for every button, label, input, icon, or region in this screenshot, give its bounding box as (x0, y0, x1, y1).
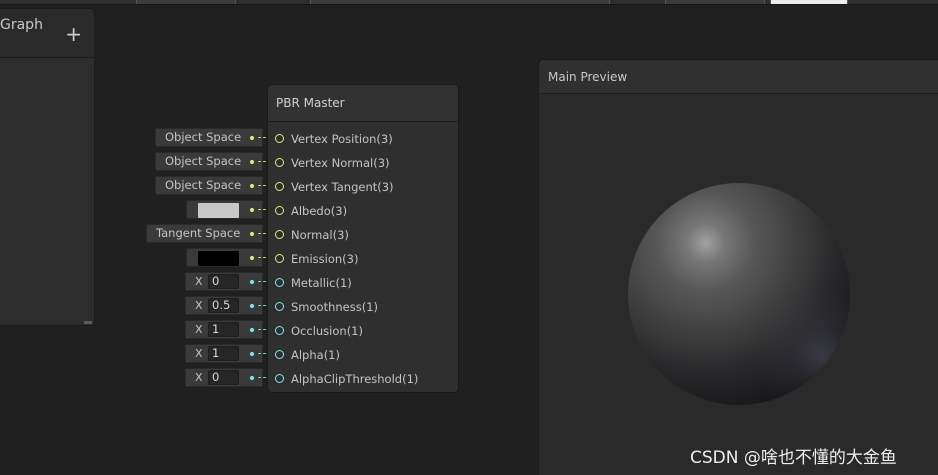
albedo-color-swatch[interactable] (198, 203, 239, 218)
blackboard-header: Graph + (0, 9, 94, 58)
slot-port-icon[interactable] (275, 302, 284, 311)
pbr-master-node[interactable]: PBR Master Vertex Position(3) Vertex Norm… (267, 84, 459, 393)
slot-label: Albedo(3) (291, 204, 348, 218)
blackboard-panel: Graph + (0, 8, 95, 326)
metallic-input[interactable]: 0 (208, 274, 239, 289)
toolbar-field[interactable] (310, 0, 610, 4)
vertex-position-space-label: Object Space (165, 130, 242, 144)
slot-label: Alpha(1) (291, 348, 340, 362)
emission-color-swatch[interactable] (198, 251, 239, 266)
alpha-clip-threshold-input[interactable]: 0 (208, 370, 239, 385)
node-title: PBR Master (268, 85, 458, 122)
input-output-dot[interactable] (250, 376, 254, 380)
preview-title: Main Preview (539, 60, 938, 94)
slot-label: Occlusion(1) (291, 324, 363, 338)
slot-label: AlphaClipThreshold(1) (291, 372, 419, 386)
occlusion-input[interactable]: 1 (208, 322, 239, 337)
slot-label: Vertex Normal(3) (291, 156, 390, 170)
vertex-tangent-space-label: Object Space (165, 178, 242, 192)
vertex-normal-space-dropdown[interactable]: Object Space (155, 152, 263, 171)
vertex-tangent-space-dropdown[interactable]: Object Space (155, 176, 263, 195)
slot-port-icon[interactable] (275, 326, 284, 335)
input-output-dot[interactable] (250, 136, 254, 140)
watermark: CSDN @啥也不懂的大金鱼 (690, 448, 897, 468)
slot-port-icon[interactable] (275, 182, 284, 191)
vertex-normal-space-label: Object Space (165, 154, 242, 168)
input-output-dot[interactable] (250, 304, 254, 308)
input-output-dot[interactable] (250, 256, 254, 260)
sphere-rim-light (628, 183, 850, 405)
normal-space-dropdown[interactable]: Tangent Space (146, 224, 263, 243)
slot-port-icon[interactable] (275, 374, 284, 383)
slot-port-icon[interactable] (275, 134, 284, 143)
input-output-dot[interactable] (250, 208, 254, 212)
vertex-position-space-dropdown[interactable]: Object Space (155, 128, 263, 147)
smoothness-input[interactable]: 0.5 (208, 298, 239, 313)
slot-label: Normal(3) (291, 228, 349, 242)
alpha-input[interactable]: 1 (208, 346, 239, 361)
axis-label: X (195, 347, 203, 360)
toolbar-field[interactable] (770, 0, 848, 4)
slot-label: Metallic(1) (291, 276, 352, 290)
slot-port-icon[interactable] (275, 254, 284, 263)
toolbar-field[interactable] (136, 0, 236, 4)
resize-handle[interactable] (84, 321, 92, 324)
slot-port-icon[interactable] (275, 230, 284, 239)
normal-space-label: Tangent Space (156, 226, 241, 240)
input-output-dot[interactable] (250, 232, 254, 236)
slot-label: Vertex Position(3) (291, 132, 393, 146)
input-output-dot[interactable] (250, 160, 254, 164)
toolbar-field[interactable] (665, 0, 765, 4)
axis-label: X (195, 299, 203, 312)
top-toolbar (0, 0, 938, 5)
add-property-icon[interactable]: + (65, 24, 82, 44)
slot-port-icon[interactable] (275, 206, 284, 215)
slot-port-icon[interactable] (275, 278, 284, 287)
input-output-dot[interactable] (250, 328, 254, 332)
input-output-dot[interactable] (250, 184, 254, 188)
axis-label: X (195, 323, 203, 336)
blackboard-title: Graph (0, 17, 43, 33)
slot-port-icon[interactable] (275, 158, 284, 167)
slot-label: Smoothness(1) (291, 300, 379, 314)
axis-label: X (195, 275, 203, 288)
slot-port-icon[interactable] (275, 350, 284, 359)
slot-label: Emission(3) (291, 252, 359, 266)
input-output-dot[interactable] (250, 352, 254, 356)
slot-label: Vertex Tangent(3) (291, 180, 394, 194)
input-output-dot[interactable] (250, 280, 254, 284)
axis-label: X (195, 371, 203, 384)
main-preview-panel[interactable]: Main Preview (538, 59, 938, 475)
